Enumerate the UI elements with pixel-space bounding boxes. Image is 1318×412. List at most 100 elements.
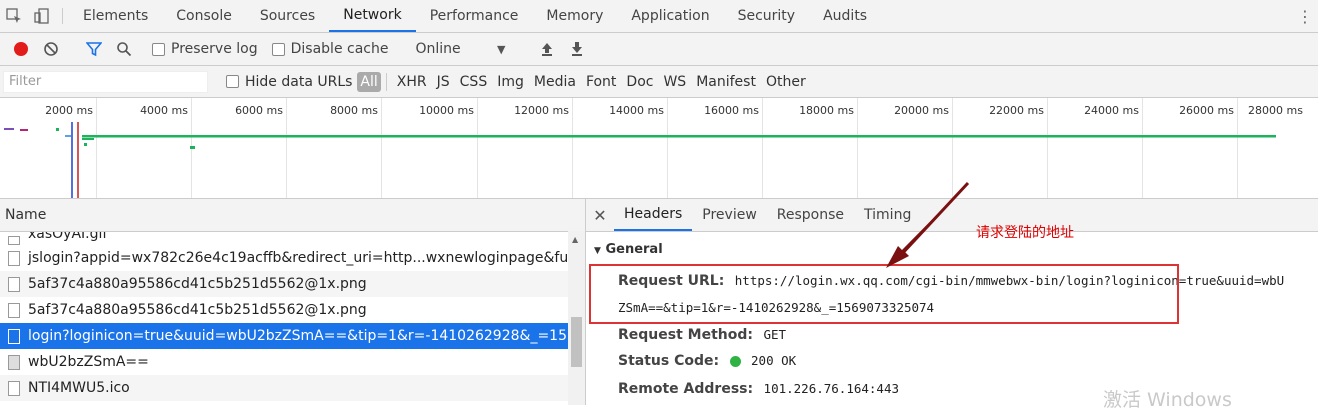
remote-address-value: 101.226.76.164:443 [763, 381, 900, 396]
request-name: 5af37c4a880a95586cd41c5b251d5562@1x.png [28, 276, 367, 292]
filter-bar: Filter Hide data URLs All XHR JS CSS Img… [0, 66, 1318, 98]
request-row-selected[interactable]: login?loginicon=true&uuid=wbU2bzZSmA==&t… [0, 323, 568, 349]
scrollbar-thumb[interactable] [571, 317, 582, 367]
preserve-log-checkbox[interactable] [152, 42, 165, 56]
hide-data-urls-label: Hide data URLs [245, 73, 353, 90]
file-icon [8, 236, 20, 245]
status-code-row: Status Code: 200 OK [618, 353, 796, 369]
request-row[interactable]: jslogin?appid=wx782c26e4c19acffb&redirec… [0, 245, 568, 271]
tab-timing[interactable]: Timing [854, 199, 921, 231]
image-icon [8, 276, 20, 292]
name-column-header[interactable]: Name [0, 199, 585, 232]
filter-type-css[interactable]: CSS [455, 74, 493, 90]
remote-address-label: Remote Address: [618, 381, 754, 397]
request-method-row: Request Method: GET [618, 327, 786, 343]
preserve-log-label: Preserve log [171, 41, 258, 57]
tab-security[interactable]: Security [724, 0, 810, 32]
waterfall-overview [4, 122, 1276, 198]
status-code-label: Status Code: [618, 353, 720, 369]
disable-cache-label: Disable cache [290, 41, 389, 57]
document-icon [8, 380, 20, 396]
tab-preview[interactable]: Preview [692, 199, 767, 231]
close-icon[interactable]: ✕ [586, 199, 614, 231]
filter-icon[interactable] [79, 37, 109, 61]
filter-type-ws[interactable]: WS [658, 74, 691, 90]
image-icon [8, 302, 20, 318]
throttling-select[interactable]: Online ▼ [415, 41, 505, 57]
filter-type-xhr[interactable]: XHR [392, 74, 432, 90]
details-tabbar: ✕ Headers Preview Response Timing [586, 199, 1318, 232]
dropdown-arrow-icon: ▼ [497, 42, 506, 56]
tab-separator [62, 8, 63, 24]
request-row[interactable]: wbU2bzZSmA== [0, 349, 568, 375]
search-icon[interactable] [109, 37, 139, 61]
overview-bar [84, 143, 87, 146]
filter-type-media[interactable]: Media [529, 74, 581, 90]
remote-address-row: Remote Address: 101.226.76.164:443 [618, 381, 899, 397]
overview-bar [65, 135, 71, 137]
import-har-icon[interactable] [532, 37, 562, 61]
filter-type-manifest[interactable]: Manifest [691, 74, 761, 90]
request-method-value: GET [763, 327, 787, 342]
request-row[interactable]: 5af37c4a880a95586cd41c5b251d5562@1x.png [0, 297, 568, 323]
tab-headers[interactable]: Headers [614, 199, 693, 231]
tab-application[interactable]: Application [617, 0, 723, 32]
tab-elements[interactable]: Elements [69, 0, 162, 32]
tab-performance[interactable]: Performance [416, 0, 533, 32]
image-icon [8, 354, 20, 370]
section-title: General [605, 242, 663, 257]
devtools-tabbar: Elements Console Sources Network Perform… [0, 0, 1318, 33]
scroll-up-icon[interactable]: ▲ [572, 235, 578, 244]
tab-audits[interactable]: Audits [809, 0, 881, 32]
status-code-value: 200 OK [751, 353, 797, 368]
tab-console[interactable]: Console [162, 0, 246, 32]
request-list: Name xasOyAI.gif jslogin?appid=wx782c26e… [0, 199, 586, 405]
filter-input[interactable]: Filter [3, 70, 208, 93]
document-icon [8, 328, 20, 344]
tab-network[interactable]: Network [329, 0, 416, 32]
request-method-label: Request Method: [618, 327, 753, 343]
request-name: NTI4MWU5.ico [28, 380, 130, 396]
request-row[interactable]: xasOyAI.gif [0, 232, 568, 245]
tab-memory[interactable]: Memory [532, 0, 617, 32]
status-ok-icon [729, 355, 741, 367]
request-rows: xasOyAI.gif jslogin?appid=wx782c26e4c19a… [0, 232, 585, 406]
record-icon[interactable] [6, 37, 36, 61]
hide-data-urls-checkbox[interactable] [226, 75, 239, 88]
document-icon [8, 250, 20, 266]
filter-type-font[interactable]: Font [581, 74, 621, 90]
request-row[interactable]: 5af37c4a880a95586cd41c5b251d5562@1x.png [0, 271, 568, 297]
throttling-value: Online [415, 41, 461, 57]
clear-icon[interactable] [36, 37, 66, 61]
filter-type-doc[interactable]: Doc [621, 74, 658, 90]
request-name: jslogin?appid=wx782c26e4c19acffb&redirec… [28, 250, 568, 266]
filter-type-other[interactable]: Other [761, 74, 811, 90]
overview-bar [56, 128, 59, 131]
overview-bar [20, 129, 28, 131]
inspect-element-icon[interactable] [0, 0, 28, 32]
disable-cache-checkbox[interactable] [271, 42, 285, 56]
general-section-header[interactable]: ▼ General [586, 242, 1318, 257]
request-name: login?loginicon=true&uuid=wbU2bzZSmA==&t… [28, 328, 568, 344]
request-row[interactable]: NTI4MWU5.ico [0, 375, 568, 401]
timeline-overview[interactable]: 2000 ms 4000 ms 6000 ms 8000 ms 10000 ms… [0, 98, 1318, 199]
tab-response[interactable]: Response [767, 199, 854, 231]
more-options-icon[interactable]: ⋮ [1292, 0, 1318, 32]
pending-request-bar [82, 135, 1276, 138]
overview-bar [82, 138, 94, 140]
export-har-icon[interactable] [562, 37, 592, 61]
request-list-scrollbar[interactable]: ▲ [568, 231, 585, 405]
device-toolbar-icon[interactable] [28, 0, 56, 32]
request-name: 5af37c4a880a95586cd41c5b251d5562@1x.png [28, 302, 367, 318]
activation-watermark: 激活 Windows [1103, 389, 1232, 411]
overview-bar [190, 146, 195, 149]
tab-sources[interactable]: Sources [246, 0, 329, 32]
request-name: xasOyAI.gif [28, 232, 108, 242]
expand-triangle-icon: ▼ [594, 246, 601, 256]
annotation-text: 请求登陆的地址 [976, 225, 1074, 241]
filter-type-all[interactable]: All [357, 71, 381, 92]
request-name: wbU2bzZSmA== [28, 354, 149, 370]
network-toolbar: Preserve log Disable cache Online ▼ [0, 33, 1318, 66]
filter-type-img[interactable]: Img [492, 74, 529, 90]
filter-type-js[interactable]: JS [432, 74, 455, 90]
